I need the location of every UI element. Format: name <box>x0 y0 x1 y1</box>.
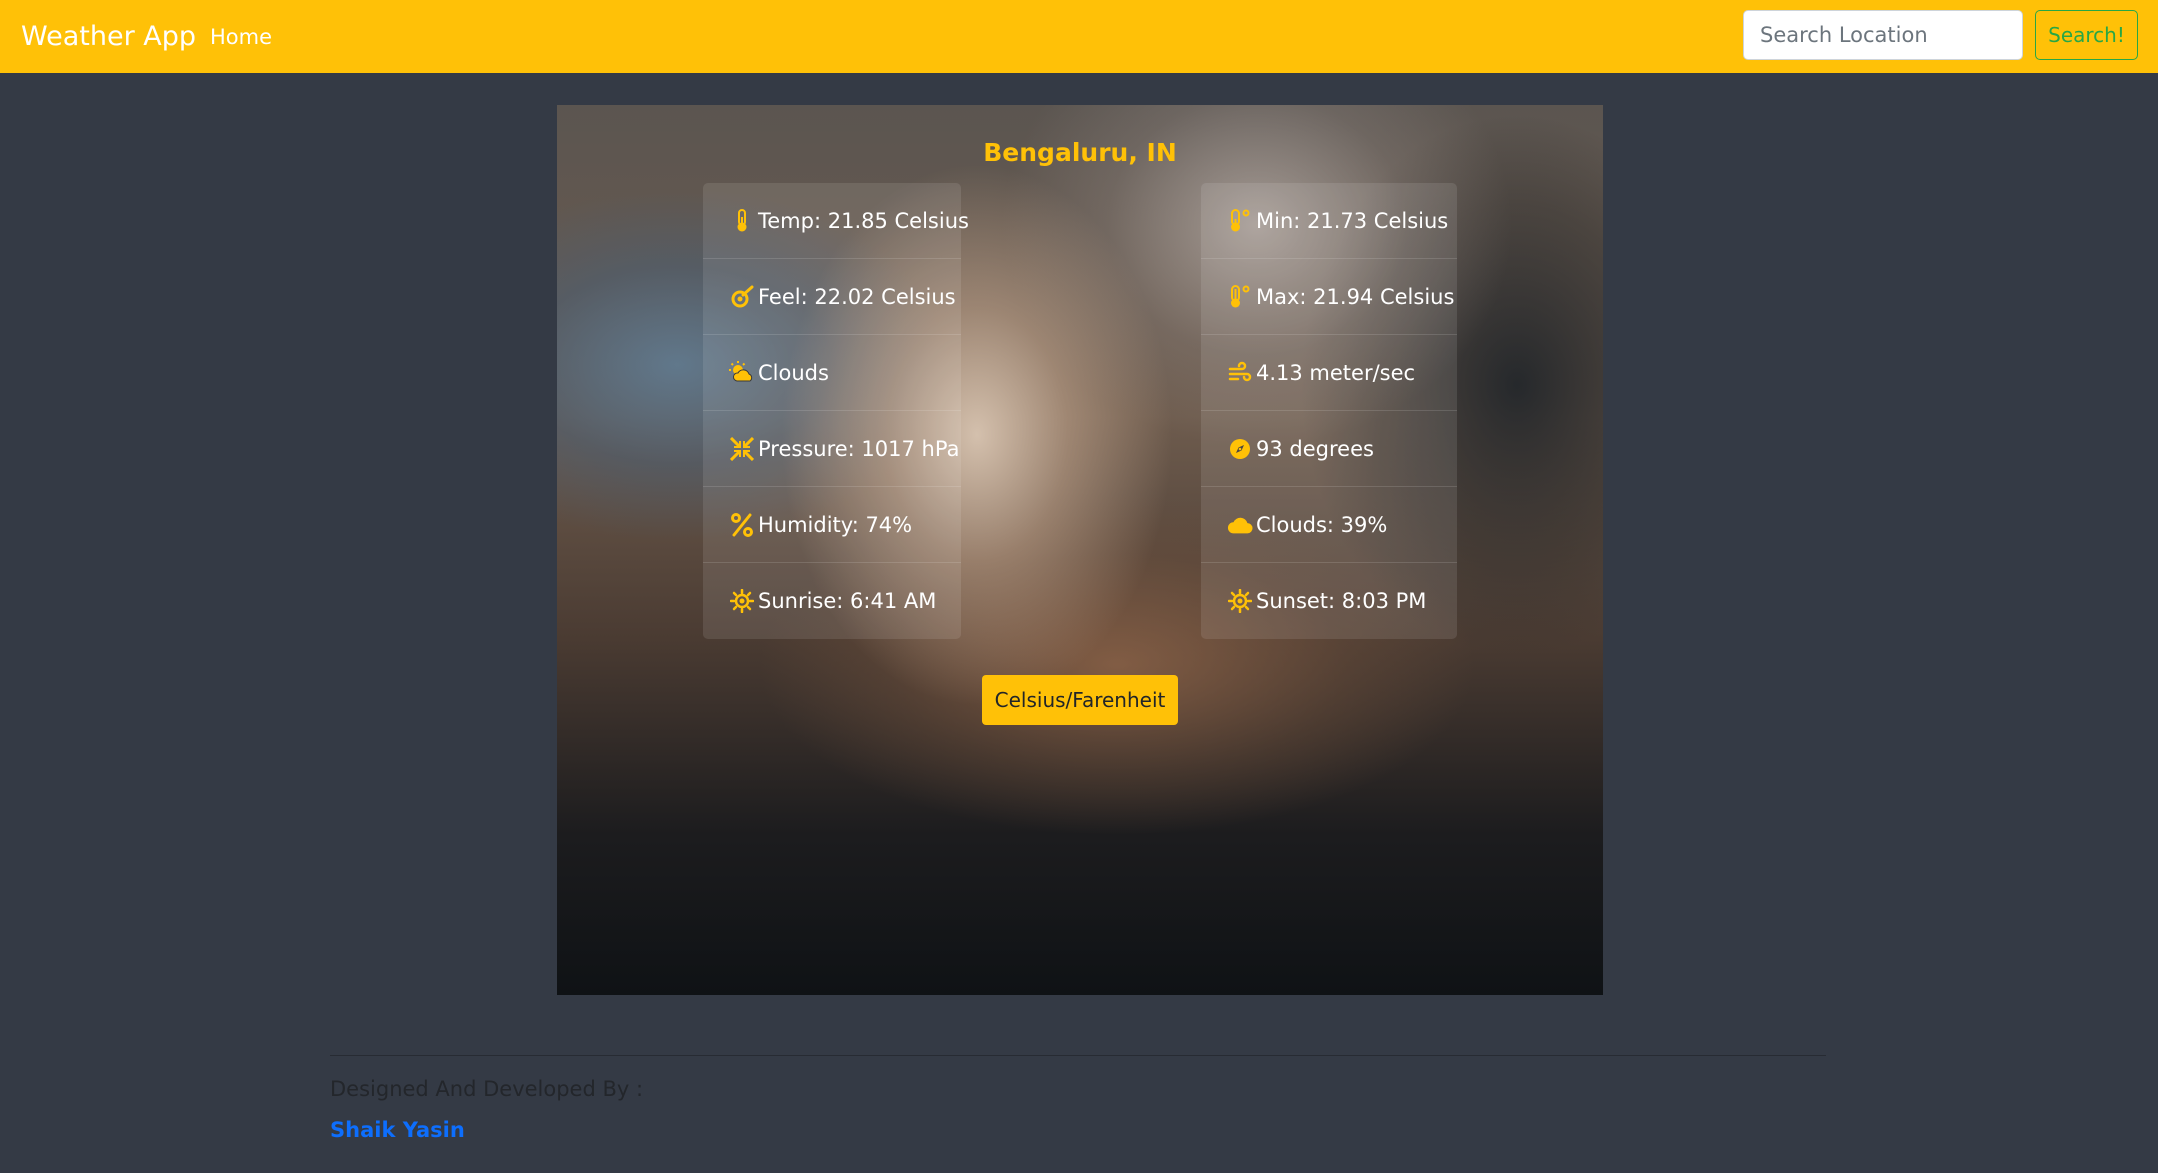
min-temp-text: Min: 21.73 Celsius <box>1256 208 1449 233</box>
sunrise-text: Sunrise: 6:41 AM <box>758 589 937 613</box>
unit-toggle-button[interactable]: Celsius/Farenheit <box>982 675 1178 725</box>
cloud-icon <box>1227 512 1253 538</box>
cloudiness-text: Clouds: 39% <box>1256 512 1388 537</box>
wind-icon <box>1227 360 1253 386</box>
weather-right-column: Min: 21.73 Celsius Max: 21.94 Celsius 4.… <box>1201 183 1457 639</box>
temperature-low-icon <box>1227 208 1253 234</box>
temperature-row: Temp: 21.85 Celsius <box>703 183 969 259</box>
sun-icon <box>1227 588 1253 614</box>
weather-left-column: Temp: 21.85 Celsius Feel: 22.02 Celsius … <box>703 183 969 639</box>
humidity-text: Humidity: 74% <box>758 512 913 537</box>
nav-home-link[interactable]: Home <box>210 23 272 51</box>
footer-credit-label: Designed And Developed By : <box>330 1077 644 1101</box>
compress-icon <box>729 436 755 462</box>
brand-title[interactable]: Weather App <box>21 19 196 55</box>
search-button[interactable]: Search! <box>2035 10 2138 60</box>
percent-icon <box>729 512 755 538</box>
max-temp-text: Max: 21.94 Celsius <box>1256 284 1455 309</box>
sun-icon <box>729 588 755 614</box>
footer-divider <box>330 1055 1826 1056</box>
max-temp-row: Max: 21.94 Celsius <box>1201 259 1457 335</box>
wind-direction-text: 93 degrees <box>1256 436 1374 461</box>
condition-row: Clouds <box>703 335 961 411</box>
sunset-row: Sunset: 8:03 PM <box>1201 563 1457 639</box>
wind-speed-row: 4.13 meter/sec <box>1201 335 1457 411</box>
search-input[interactable] <box>1743 10 2023 60</box>
feels-like-text: Feel: 22.02 Celsius <box>758 284 956 309</box>
cloudiness-row: Clouds: 39% <box>1201 487 1457 563</box>
sunrise-row: Sunrise: 6:41 AM <box>703 563 961 639</box>
wind-direction-row: 93 degrees <box>1201 411 1457 487</box>
humidity-row: Humidity: 74% <box>703 487 961 563</box>
wind-speed-text: 4.13 meter/sec <box>1256 360 1416 385</box>
feels-like-row: Feel: 22.02 Celsius <box>703 259 961 335</box>
sunset-text: Sunset: 8:03 PM <box>1256 589 1427 613</box>
temperature-high-icon <box>1227 284 1253 310</box>
thermometer-icon <box>729 208 755 234</box>
pressure-row: Pressure: 1017 hPa <box>703 411 961 487</box>
cloud-sun-icon <box>729 360 755 386</box>
location-title: Bengaluru, IN <box>983 138 1177 167</box>
compass-icon <box>1227 436 1253 462</box>
pressure-text: Pressure: 1017 hPa <box>758 436 960 461</box>
weather-card: Bengaluru, IN Temp: 21.85 Celsius Feel: … <box>557 105 1603 995</box>
temperature-text: Temp: 21.85 Celsius <box>758 208 969 233</box>
feels-like-icon <box>729 284 755 310</box>
navbar: Weather App Home Search! <box>0 0 2158 73</box>
condition-text: Clouds <box>758 360 829 385</box>
min-temp-row: Min: 21.73 Celsius <box>1201 183 1457 259</box>
footer-author-link[interactable]: Shaik Yasin <box>330 1116 465 1144</box>
